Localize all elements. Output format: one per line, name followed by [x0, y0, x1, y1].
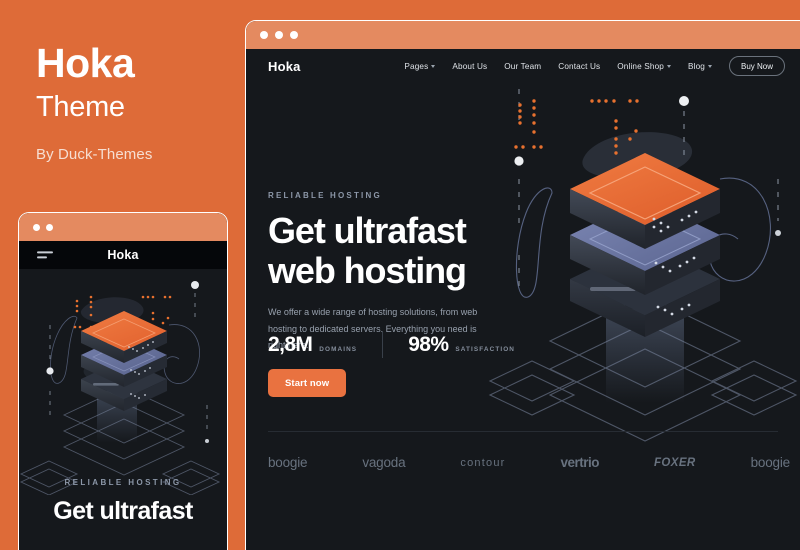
site-logo[interactable]: Hoka — [268, 59, 301, 74]
nav-label: About Us — [452, 61, 488, 71]
server-stack-illustration — [488, 89, 798, 442]
start-now-button[interactable]: Start now — [268, 369, 347, 398]
brand-logo-vagoda: vagoda — [362, 455, 406, 470]
nav-item-online-shop[interactable]: Online Shop — [617, 62, 671, 71]
desktop-window-chrome — [246, 21, 800, 49]
chevron-down-icon — [666, 64, 671, 68]
nav-item-blog[interactable]: Blog — [688, 62, 712, 71]
stat-label: SATISFACTION — [455, 346, 516, 353]
hero-heading-line1: Get ultrafast — [268, 210, 467, 251]
hero-section: RELIABLE HOSTING Get ultrafast web hosti… — [246, 83, 800, 506]
nav-item-about-us[interactable]: About Us — [452, 62, 487, 71]
nav-item-contact-us[interactable]: Contact Us — [558, 62, 600, 71]
page-subtitle: Theme — [36, 91, 125, 124]
stat-value: 2,8M — [268, 333, 313, 356]
page-title: Hoka — [36, 40, 135, 86]
stat-satisfaction: 98% SATISFACTION — [408, 333, 515, 357]
author-credit: By Duck-Themes — [36, 146, 153, 164]
section-divider — [268, 431, 778, 432]
window-dot-icon — [33, 223, 40, 231]
chevron-down-icon — [707, 64, 712, 68]
nav-label: Pages — [404, 61, 429, 71]
mobile-preview-window: Hoka RELIABLE HOSTING Get ultrafast — [18, 212, 228, 550]
hamburger-icon[interactable] — [37, 248, 53, 261]
stat-domains: 2,8M DOMAINS — [268, 333, 357, 357]
hero-heading-line2: web hosting — [268, 249, 467, 291]
mobile-heading: Get ultrafast — [53, 497, 193, 525]
brand-logo-boogie-2: boogie — [750, 455, 791, 470]
brand-logo-strip: boogie vagoda contour vertrio FOXER boog… — [268, 455, 790, 470]
mobile-hero: RELIABLE HOSTING Get ultrafast — [19, 269, 227, 550]
nav-label: Our Team — [504, 61, 542, 71]
mobile-navbar: Hoka — [19, 241, 227, 269]
site-navbar: Hoka Pages About Us Our Team Contact Us … — [246, 49, 800, 83]
hero-copy: RELIABLE HOSTING Get ultrafast web hosti… — [268, 191, 518, 398]
mobile-window-chrome — [19, 213, 227, 241]
window-dot-icon — [260, 31, 268, 39]
mobile-eyebrow: RELIABLE HOSTING — [64, 478, 182, 487]
brand-logo-contour: contour — [460, 456, 506, 469]
window-dot-icon — [290, 31, 298, 39]
hero-eyebrow: RELIABLE HOSTING — [268, 191, 382, 200]
nav-label: Blog — [687, 61, 705, 71]
nav-menu: Pages About Us Our Team Contact Us Onlin… — [404, 56, 800, 76]
desktop-preview-window: Hoka Pages About Us Our Team Contact Us … — [245, 20, 800, 550]
buy-now-button[interactable]: Buy Now — [728, 56, 785, 76]
brand-logo-boogie: boogie — [268, 455, 308, 470]
chevron-down-icon — [431, 64, 436, 68]
nav-item-pages[interactable]: Pages — [404, 61, 436, 71]
window-dot-icon — [46, 223, 53, 231]
brand-logo-foxer: FOXER — [654, 456, 696, 469]
hero-heading: Get ultrafast web hosting — [268, 211, 518, 290]
stat-label: DOMAINS — [319, 346, 358, 353]
nav-label: Contact Us — [558, 61, 601, 71]
brand-logo-vertrio: vertrio — [560, 455, 600, 470]
mobile-logo[interactable]: Hoka — [107, 248, 138, 262]
window-dot-icon — [275, 31, 283, 39]
nav-item-our-team[interactable]: Our Team — [504, 62, 541, 71]
hero-stats: 2,8M DOMAINS 98% SATISFACTION — [268, 332, 515, 358]
stat-value: 98% — [408, 333, 449, 356]
mobile-server-illustration — [19, 281, 221, 495]
nav-label: Online Shop — [617, 61, 664, 71]
stat-divider — [382, 332, 384, 358]
